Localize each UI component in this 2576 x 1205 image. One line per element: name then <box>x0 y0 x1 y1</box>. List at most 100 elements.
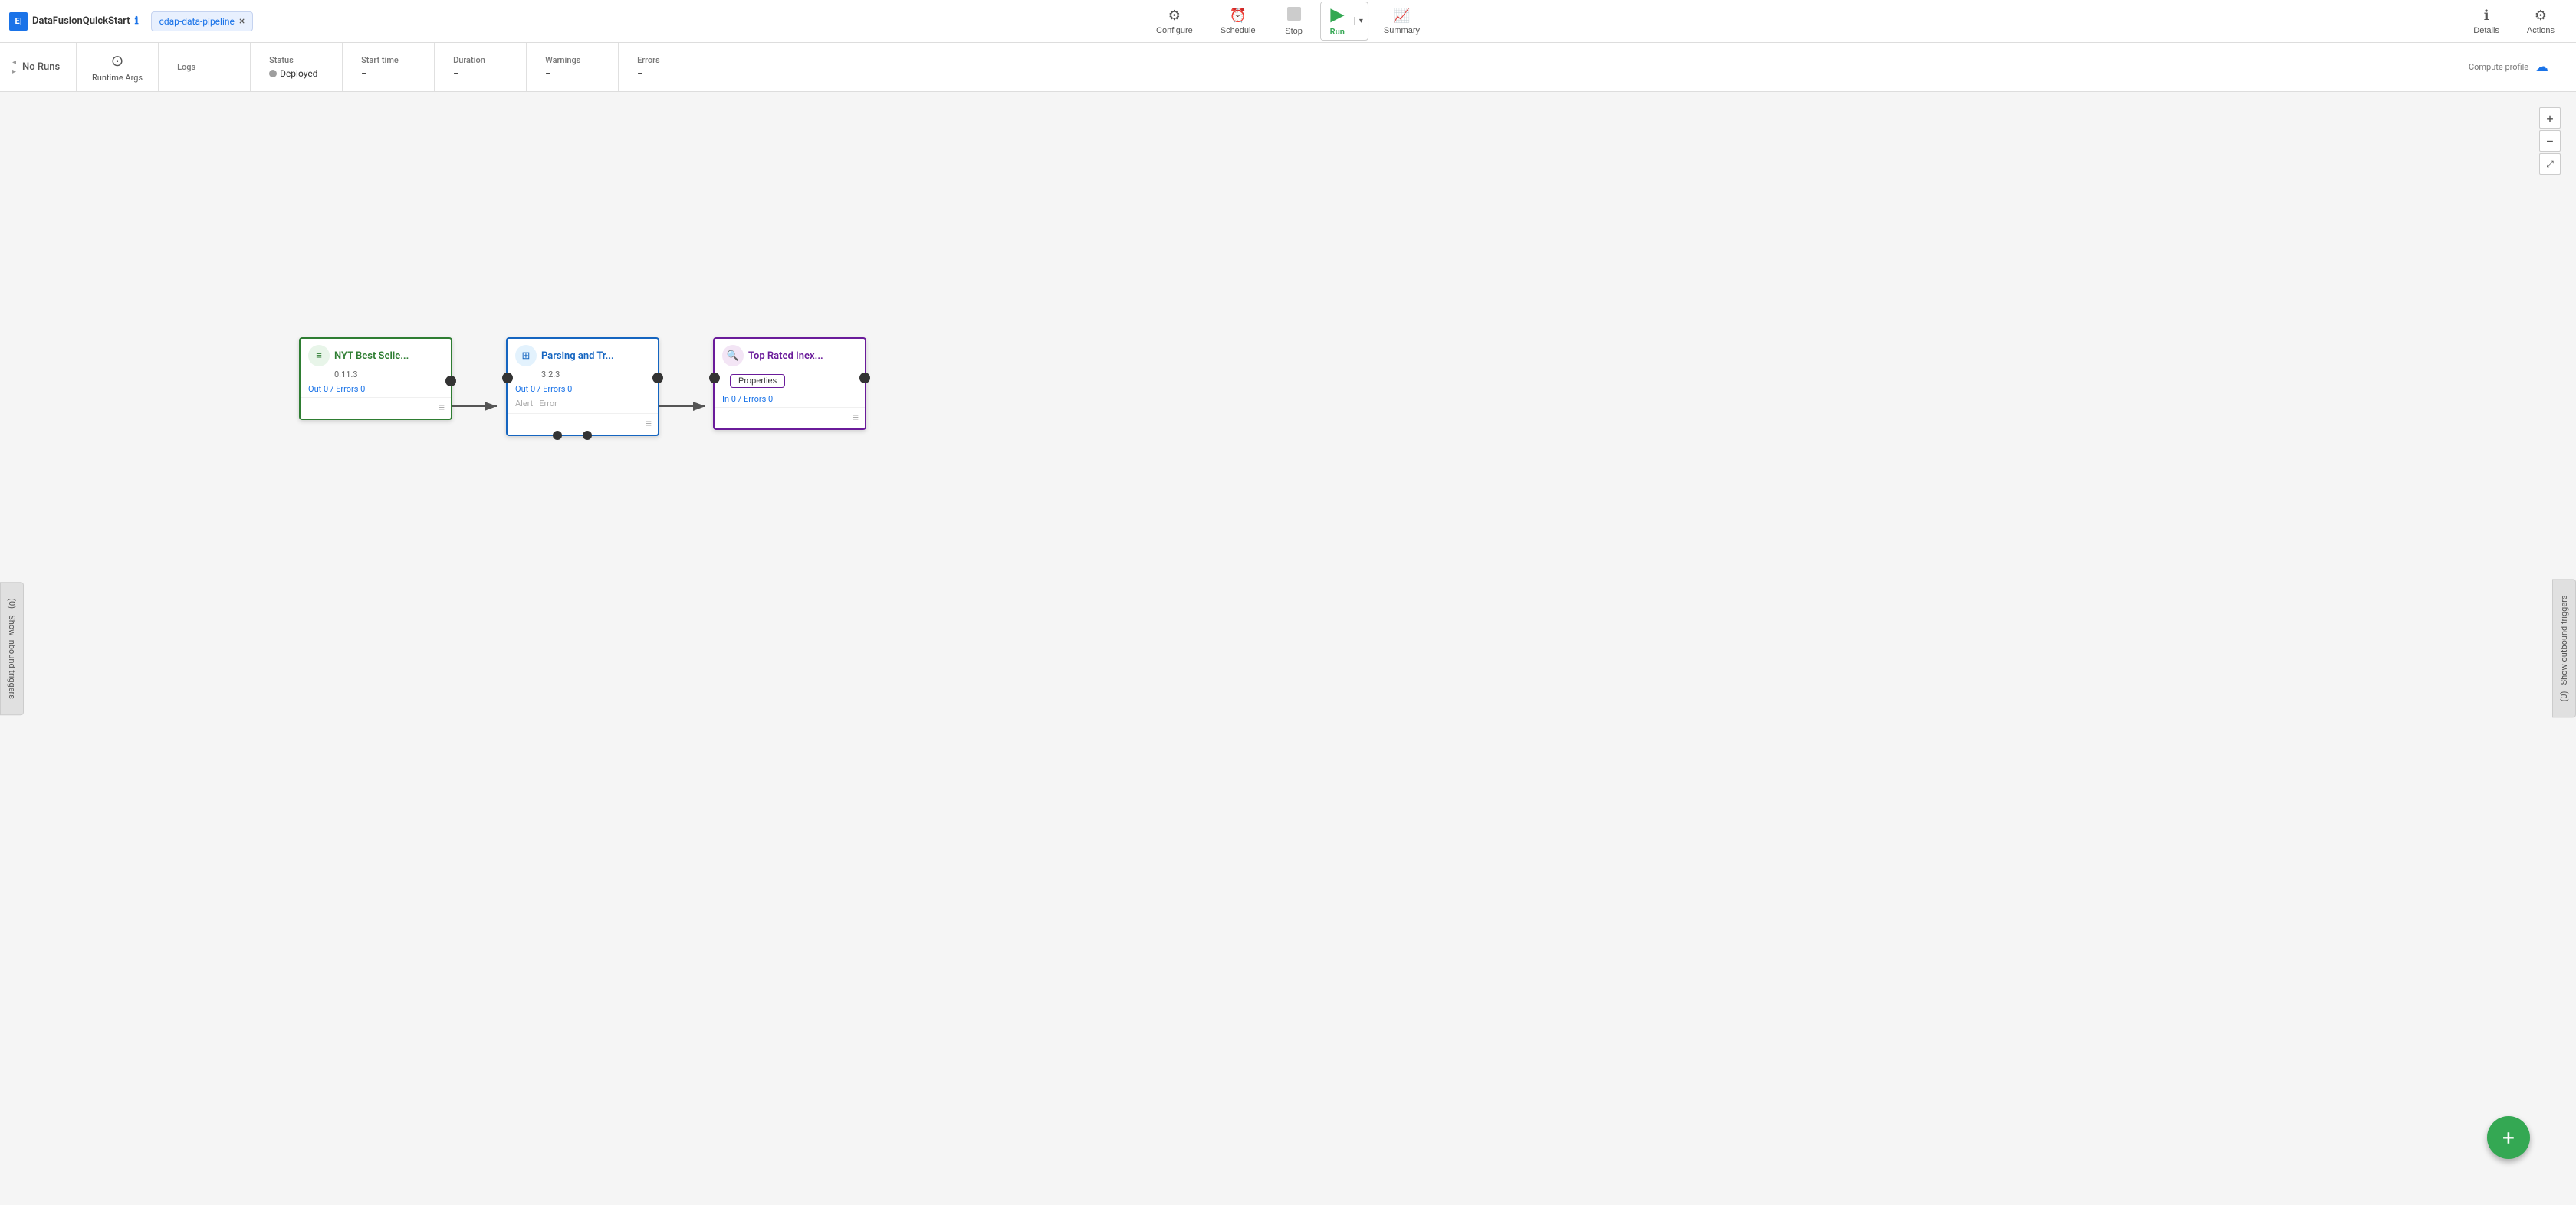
node3-footer: ≡ <box>715 407 865 428</box>
node1-version: 0.11.3 <box>301 369 451 383</box>
start-time-value: – <box>361 68 367 79</box>
runtime-args-button[interactable]: ⊙ Runtime Args <box>77 43 159 91</box>
no-runs-label: No Runs <box>22 61 60 73</box>
run-group: ▶ Run ▾ <box>1320 2 1368 41</box>
app-name: DataFusionQuickStart <box>32 15 130 27</box>
actions-button[interactable]: ⚙ Actions <box>2515 5 2567 38</box>
node2-title: Parsing and Tr... <box>541 350 614 362</box>
details-icon: ℹ <box>2484 8 2489 24</box>
node2-header: ⊞ Parsing and Tr... <box>508 339 658 369</box>
errors-value: – <box>637 68 643 79</box>
tab-close-icon[interactable]: × <box>239 15 245 28</box>
node3-menu-icon[interactable]: ≡ <box>853 411 859 424</box>
node1-icon: ≡ <box>308 345 330 366</box>
top-bar: E| DataFusionQuickStart ℹ cdap-data-pipe… <box>0 0 2576 43</box>
node1-output-port <box>445 376 456 386</box>
node1-title: NYT Best Selle... <box>334 350 409 362</box>
zoom-in-button[interactable]: + <box>2539 107 2561 129</box>
zoom-controls: + – ⤢ <box>2539 107 2561 175</box>
compute-profile-label: Compute profile <box>2469 62 2528 72</box>
node3-stats: In 0 / Errors 0 <box>715 392 865 407</box>
schedule-button[interactable]: ⏰ Schedule <box>1208 5 1268 38</box>
no-runs-section: ◂ ▸ No Runs <box>0 43 77 91</box>
status-dot-icon <box>269 70 277 77</box>
node2-version: 3.2.3 <box>508 369 658 383</box>
node2-stats: Out 0 / Errors 0 <box>508 383 658 397</box>
node-top-rated[interactable]: 🔍 Top Rated Inex... Properties In 0 / Er… <box>713 337 866 430</box>
dropdown-arrow-icon: ▾ <box>1359 17 1363 25</box>
run-dropdown-button[interactable]: ▾ <box>1354 17 1368 25</box>
node2-menu-icon[interactable]: ≡ <box>646 417 652 430</box>
pipeline-tab[interactable]: cdap-data-pipeline × <box>151 11 254 31</box>
outbound-triggers-panel[interactable]: (0) Show outbound triggers <box>2552 580 2576 718</box>
info-icon[interactable]: ℹ <box>135 15 139 27</box>
tab-label: cdap-data-pipeline <box>159 16 235 27</box>
node1-stats: Out 0 / Errors 0 <box>301 383 451 397</box>
run-nav-arrows: ◂ ▸ <box>12 59 16 76</box>
node1-header: ≡ NYT Best Selle... <box>301 339 451 369</box>
inbound-count: (0) <box>7 598 17 609</box>
node2-output-port <box>652 373 663 383</box>
summary-button[interactable]: 📈 Summary <box>1372 5 1432 38</box>
compute-profile-dash: – <box>2555 62 2561 73</box>
node2-alert-row: Alert Error <box>508 397 658 413</box>
stop-icon <box>1287 7 1301 25</box>
second-bar: ◂ ▸ No Runs ⊙ Runtime Args Logs Status D… <box>0 43 2576 92</box>
status-label: Status <box>269 55 294 65</box>
duration-value: – <box>453 68 459 79</box>
play-icon: ▶ <box>1331 5 1344 25</box>
node3-header: 🔍 Top Rated Inex... <box>715 339 865 369</box>
node2-alert-label[interactable]: Alert <box>515 399 533 409</box>
runtime-args-label: Runtime Args <box>92 73 143 83</box>
outbound-label: Show outbound triggers <box>2559 596 2569 685</box>
zoom-fit-button[interactable]: ⤢ <box>2539 153 2561 175</box>
status-value: Deployed <box>269 68 317 79</box>
pipeline-canvas: (0) Show inbound triggers (0) Show outbo… <box>0 92 2576 1205</box>
node3-output-port <box>859 373 870 383</box>
logs-label: Logs <box>177 62 196 72</box>
node1-footer: ≡ <box>301 397 451 419</box>
warnings-label: Warnings <box>545 55 580 65</box>
inbound-triggers-panel[interactable]: (0) Show inbound triggers <box>0 582 24 715</box>
node2-footer: ≡ <box>508 413 658 435</box>
center-toolbar: ⚙ Configure ⏰ Schedule Stop ▶ Run ▾ 📈 Su… <box>1144 2 1432 41</box>
runtime-args-icon: ⊙ <box>111 51 124 70</box>
warnings-value: – <box>545 68 551 79</box>
warnings-section: Warnings – <box>527 43 619 91</box>
errors-section: Errors – <box>619 43 711 91</box>
duration-section: Duration – <box>435 43 527 91</box>
node3-properties-button[interactable]: Properties <box>730 374 785 388</box>
logs-button[interactable]: Logs <box>159 43 251 91</box>
node2-icon: ⊞ <box>515 345 537 366</box>
tab-bar: cdap-data-pipeline × <box>151 11 254 31</box>
inbound-label: Show inbound triggers <box>7 615 17 699</box>
cloud-icon: ☁ <box>2535 59 2548 75</box>
schedule-icon: ⏰ <box>1229 8 1246 24</box>
node-parsing-transform[interactable]: ⊞ Parsing and Tr... 3.2.3 Out 0 / Errors… <box>506 337 659 436</box>
next-run-button[interactable]: ▸ <box>12 68 16 76</box>
details-button[interactable]: ℹ Details <box>2461 5 2512 38</box>
start-time-section: Start time – <box>343 43 435 91</box>
stop-button[interactable]: Stop <box>1271 4 1317 39</box>
right-toolbar: ℹ Details ⚙ Actions <box>2461 5 2567 38</box>
configure-icon: ⚙ <box>1168 8 1181 24</box>
zoom-out-button[interactable]: – <box>2539 130 2561 152</box>
node2-input-port <box>502 373 513 383</box>
node3-properties-wrapper: Properties <box>715 369 865 392</box>
node2-alert-port <box>553 431 562 440</box>
node2-error-port <box>583 431 592 440</box>
node3-icon: 🔍 <box>722 345 744 366</box>
node2-error-label[interactable]: Error <box>539 399 557 409</box>
prev-run-button[interactable]: ◂ <box>12 59 16 67</box>
outbound-count: (0) <box>2559 691 2569 702</box>
node1-menu-icon[interactable]: ≡ <box>439 401 445 414</box>
run-button[interactable]: ▶ Run <box>1321 2 1354 40</box>
app-logo: E| DataFusionQuickStart ℹ <box>9 12 139 31</box>
node-nyt-bestseller[interactable]: ≡ NYT Best Selle... 0.11.3 Out 0 / Error… <box>299 337 452 420</box>
configure-button[interactable]: ⚙ Configure <box>1144 5 1205 38</box>
app-logo-icon: E| <box>9 12 28 31</box>
summary-icon: 📈 <box>1393 8 1410 24</box>
errors-label: Errors <box>637 55 660 65</box>
add-pipeline-button[interactable]: + <box>2487 1116 2530 1159</box>
pipeline-arrows <box>0 92 2576 1205</box>
